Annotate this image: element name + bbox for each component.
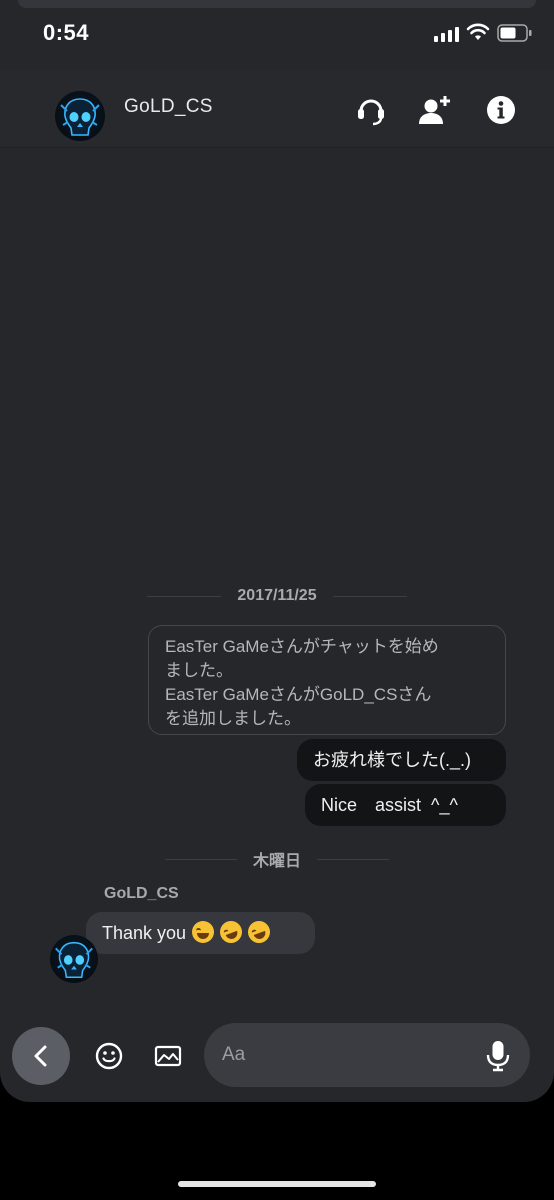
- rofl-emoji-icon: [244, 917, 274, 947]
- signal-icon: [434, 26, 459, 42]
- emoji-icon: [95, 1042, 123, 1070]
- headset-icon: [358, 99, 384, 126]
- message-input[interactable]: [204, 1023, 530, 1087]
- image-button[interactable]: [153, 1041, 183, 1071]
- outgoing-message[interactable]: お疲れ様でした(._.): [297, 739, 506, 781]
- separator-line: [317, 858, 389, 860]
- contact-avatar[interactable]: [55, 91, 105, 141]
- info-button[interactable]: [483, 92, 519, 128]
- info-icon: [487, 96, 515, 124]
- emoji-button[interactable]: [94, 1041, 124, 1071]
- battery-icon: [497, 24, 532, 42]
- add-member-button[interactable]: [417, 92, 453, 128]
- date-label: 木曜日: [252, 853, 301, 870]
- system-message-line: ました。: [165, 661, 233, 680]
- rofl-emoji-icon: [216, 917, 246, 947]
- home-indicator[interactable]: [178, 1181, 376, 1187]
- sender-avatar[interactable]: [50, 935, 98, 983]
- outgoing-message[interactable]: Nice assist ^_^: [305, 784, 506, 826]
- chat-header: GoLD_CS: [0, 70, 554, 148]
- mic-icon[interactable]: [485, 1040, 511, 1072]
- system-message-line: を追加しました。: [165, 709, 301, 728]
- chat-title: GoLD_CS: [124, 96, 213, 117]
- system-message-line: EasTer GaMeさんがGoLD_CSさん: [165, 685, 432, 704]
- image-icon: [154, 1045, 182, 1067]
- system-message-line: EasTer GaMeさんがチャットを始め: [165, 637, 439, 656]
- separator-line: [332, 595, 407, 597]
- incoming-message-text: Thank you: [102, 923, 187, 943]
- status-time: 0:54: [43, 20, 90, 45]
- status-bar: 0:54: [0, 0, 554, 70]
- date-separator: 2017/11/25: [0, 584, 554, 608]
- separator-line: [164, 858, 237, 860]
- phone-screen: 0:54 GoLD_CS 2017/11/25 EasTer GaMeさんがチャ…: [0, 0, 554, 1200]
- back-icon: [34, 1045, 47, 1067]
- system-message: EasTer GaMeさんがチャットを始め ました。 EasTer GaMeさん…: [148, 625, 506, 735]
- chat-app: 0:54 GoLD_CS 2017/11/25 EasTer GaMeさんがチャ…: [0, 0, 554, 1102]
- incoming-message[interactable]: Thank you: [86, 912, 315, 954]
- composer-bar: [0, 1020, 554, 1090]
- joy-emoji-icon: [192, 921, 215, 943]
- date-separator: 木曜日: [0, 847, 554, 871]
- sender-name: GoLD_CS: [104, 885, 179, 902]
- add-person-icon: [419, 96, 450, 124]
- date-label: 2017/11/25: [237, 587, 317, 604]
- separator-line: [147, 595, 222, 597]
- headset-button[interactable]: [353, 92, 389, 128]
- collapse-button[interactable]: [12, 1027, 70, 1085]
- wifi-icon: [466, 23, 490, 40]
